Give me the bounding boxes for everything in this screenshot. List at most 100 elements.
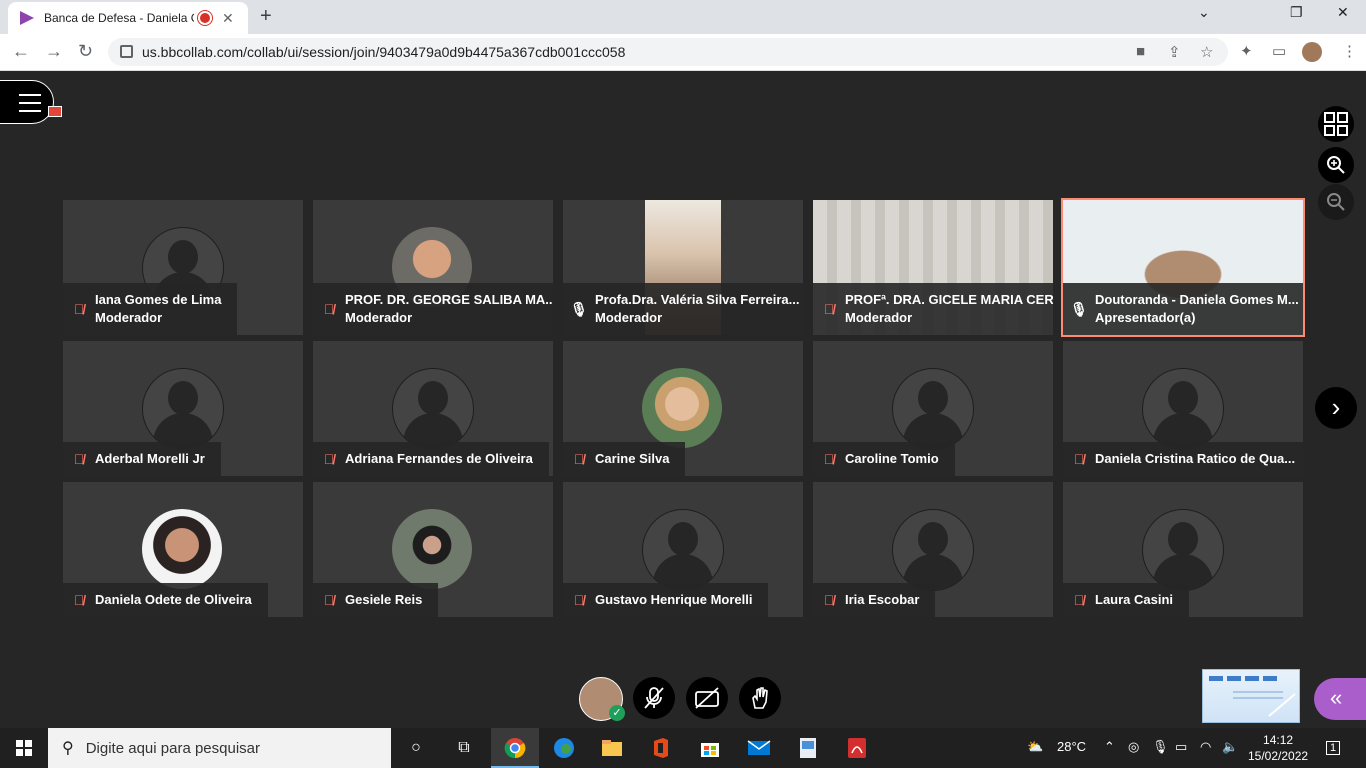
participant-tile[interactable]: 🎙 Profa.Dra. Valéria Silva Ferreira... Mo… (563, 200, 803, 335)
participant-name: Iana Gomes de Lima (95, 292, 222, 307)
participant-name: Gesiele Reis (345, 592, 423, 607)
show-hidden-icons-icon[interactable]: ⌃ (1104, 739, 1115, 755)
task-view-icon[interactable]: ⧉ (452, 736, 476, 760)
edge-icon[interactable] (552, 736, 576, 760)
wifi-icon[interactable]: ◠ (1200, 739, 1211, 755)
participant-name: Carine Silva (595, 451, 670, 466)
shared-content-thumbnail[interactable] (1202, 669, 1300, 723)
participant-tile[interactable]: 🎙̸ Carine Silva (563, 341, 803, 476)
file-explorer-icon[interactable] (600, 736, 624, 760)
hamburger-icon (19, 94, 41, 112)
participant-tile[interactable]: 🎙̸ Laura Casini (1063, 482, 1303, 617)
tab-search-icon[interactable]: ⌄ (1198, 4, 1210, 21)
weather-icon[interactable]: ⛅ (1027, 739, 1043, 755)
participant-name: Profa.Dra. Valéria Silva Ferreira... (595, 292, 800, 307)
grid-view-button[interactable] (1318, 106, 1354, 142)
windows-start-icon[interactable] (16, 740, 32, 756)
reload-icon[interactable]: ↻ (78, 41, 93, 62)
address-bar[interactable]: us.bbcollab.com/collab/ui/session/join/9… (108, 38, 1228, 66)
avatar-placeholder (1142, 368, 1224, 450)
avatar-placeholder (642, 509, 724, 591)
status-check-icon: ✓ (609, 705, 625, 721)
mic-muted-icon: 🎙̸ (323, 451, 335, 467)
profile-avatar[interactable] (1302, 42, 1322, 62)
weather-temperature[interactable]: 28°C (1057, 739, 1086, 754)
participant-tile[interactable]: 🎙̸ Iria Escobar (813, 482, 1053, 617)
participant-role: Moderador (595, 310, 663, 325)
tab-close-icon[interactable]: ✕ (222, 10, 234, 27)
participant-label: 🎙̸ PROFª. DRA. GICELE MARIA CER... Modera… (813, 283, 1053, 335)
next-page-button[interactable]: › (1315, 387, 1357, 429)
back-icon[interactable]: ← (12, 41, 30, 62)
restore-window-icon[interactable]: ❐ (1290, 4, 1303, 21)
browser-toolbar: ← → ↻ us.bbcollab.com/collab/ui/session/… (0, 34, 1366, 71)
participant-name: PROF. DR. GEORGE SALIBA MA... (345, 292, 553, 307)
zoom-in-button[interactable] (1318, 147, 1354, 183)
forward-icon[interactable]: → (45, 41, 63, 62)
windows-taskbar: ⚲ Digite aqui para pesquisar ○ ⧉ ⛅ 28°C … (0, 728, 1366, 768)
extensions-icon[interactable]: ✦ (1240, 42, 1253, 60)
participant-name: Aderbal Morelli Jr (95, 451, 205, 466)
participant-tile[interactable]: 🎙̸ Daniela Odete de Oliveira (63, 482, 303, 617)
bookmark-star-icon[interactable]: ☆ (1200, 43, 1213, 61)
volume-icon[interactable]: 🔈 (1222, 739, 1238, 755)
zoom-out-button[interactable] (1318, 184, 1354, 220)
participant-name: Laura Casini (1095, 592, 1174, 607)
close-window-icon[interactable]: ✕ (1337, 4, 1349, 21)
recording-indicator-icon (200, 13, 210, 23)
participant-label: 🎙̸ Iria Escobar (813, 583, 936, 617)
system-clock[interactable]: 14:12 15/02/2022 (1248, 732, 1308, 764)
zoom-in-icon (1327, 156, 1345, 174)
mail-icon[interactable] (747, 736, 771, 760)
collaborate-panel-button[interactable]: « (1314, 678, 1366, 720)
participant-tile[interactable]: 🎙̸ Adriana Fernandes de Oliveira (313, 341, 553, 476)
participant-tile[interactable]: 🎙̸ Daniela Cristina Ratico de Qua... (1063, 341, 1303, 476)
camera-in-use-icon[interactable]: ■ (1136, 43, 1145, 60)
notifications-icon[interactable]: 1 (1326, 739, 1341, 755)
camera-off-icon (695, 687, 719, 709)
mic-muted-icon: 🎙̸ (823, 301, 835, 317)
participant-tile[interactable]: 🎙̸ PROFª. DRA. GICELE MARIA CER... Modera… (813, 200, 1053, 335)
tab-title: Banca de Defesa - Daniela G (44, 11, 194, 25)
participant-tile[interactable]: 🎙̸ Iana Gomes de Lima Moderador (63, 200, 303, 335)
participant-name: Daniela Cristina Ratico de Qua... (1095, 451, 1296, 466)
participant-name: Iria Escobar (845, 592, 920, 607)
participant-tile[interactable]: 🎙̸ Caroline Tomio (813, 341, 1053, 476)
new-tab-button[interactable]: + (260, 5, 272, 28)
mic-muted-icon: 🎙̸ (573, 592, 585, 608)
mic-muted-icon: 🎙̸ (323, 592, 335, 608)
camera-toggle-button[interactable] (686, 677, 728, 719)
microphone-tray-icon[interactable]: 🎙 (1152, 739, 1169, 755)
url-text[interactable]: us.bbcollab.com/collab/ui/session/join/9… (142, 44, 625, 60)
microsoft-store-icon[interactable] (698, 736, 722, 760)
acrobat-reader-icon[interactable] (845, 736, 869, 760)
battery-icon[interactable]: ▭ (1175, 739, 1187, 755)
avatar-placeholder (892, 509, 974, 591)
participant-tile[interactable]: 🎙̸ Gustavo Henrique Morelli (563, 482, 803, 617)
chrome-icon[interactable] (503, 736, 527, 760)
raise-hand-button[interactable] (739, 677, 781, 719)
participant-label: 🎙̸ Carine Silva (563, 442, 686, 476)
taskbar-search-box[interactable]: ⚲ Digite aqui para pesquisar (48, 728, 391, 768)
camera-tray-icon[interactable]: ◎ (1128, 739, 1139, 755)
mic-muted-icon: 🎙̸ (73, 301, 85, 317)
cortana-icon[interactable]: ○ (404, 736, 428, 760)
microphone-toggle-button[interactable] (633, 677, 675, 719)
share-icon[interactable]: ⇪ (1168, 43, 1181, 61)
document-viewer-icon[interactable] (796, 736, 820, 760)
recording-icon (48, 106, 62, 117)
browser-menu-icon[interactable]: ⋮ (1342, 42, 1357, 60)
clock-date: 15/02/2022 (1248, 749, 1309, 763)
slide-preview-icon (1209, 676, 1296, 717)
participant-tile[interactable]: 🎙̸ Gesiele Reis (313, 482, 553, 617)
cast-icon[interactable]: ▭ (1272, 42, 1286, 60)
participant-tile-active-speaker[interactable]: 🎙 Doutoranda - Daniela Gomes M... Apresen… (1061, 198, 1305, 337)
participant-role: Apresentador(a) (1095, 310, 1196, 325)
participant-tile[interactable]: 🎙̸ Aderbal Morelli Jr (63, 341, 303, 476)
session-menu-button[interactable] (0, 80, 54, 124)
office-icon[interactable] (649, 736, 673, 760)
participant-label: 🎙̸ Daniela Cristina Ratico de Qua... (1063, 442, 1303, 476)
participant-tile[interactable]: 🎙̸ PROF. DR. GEORGE SALIBA MA... Moderado… (313, 200, 553, 335)
participant-name: Gustavo Henrique Morelli (595, 592, 753, 607)
browser-tab[interactable]: Banca de Defesa - Daniela G ✕ (8, 2, 248, 34)
